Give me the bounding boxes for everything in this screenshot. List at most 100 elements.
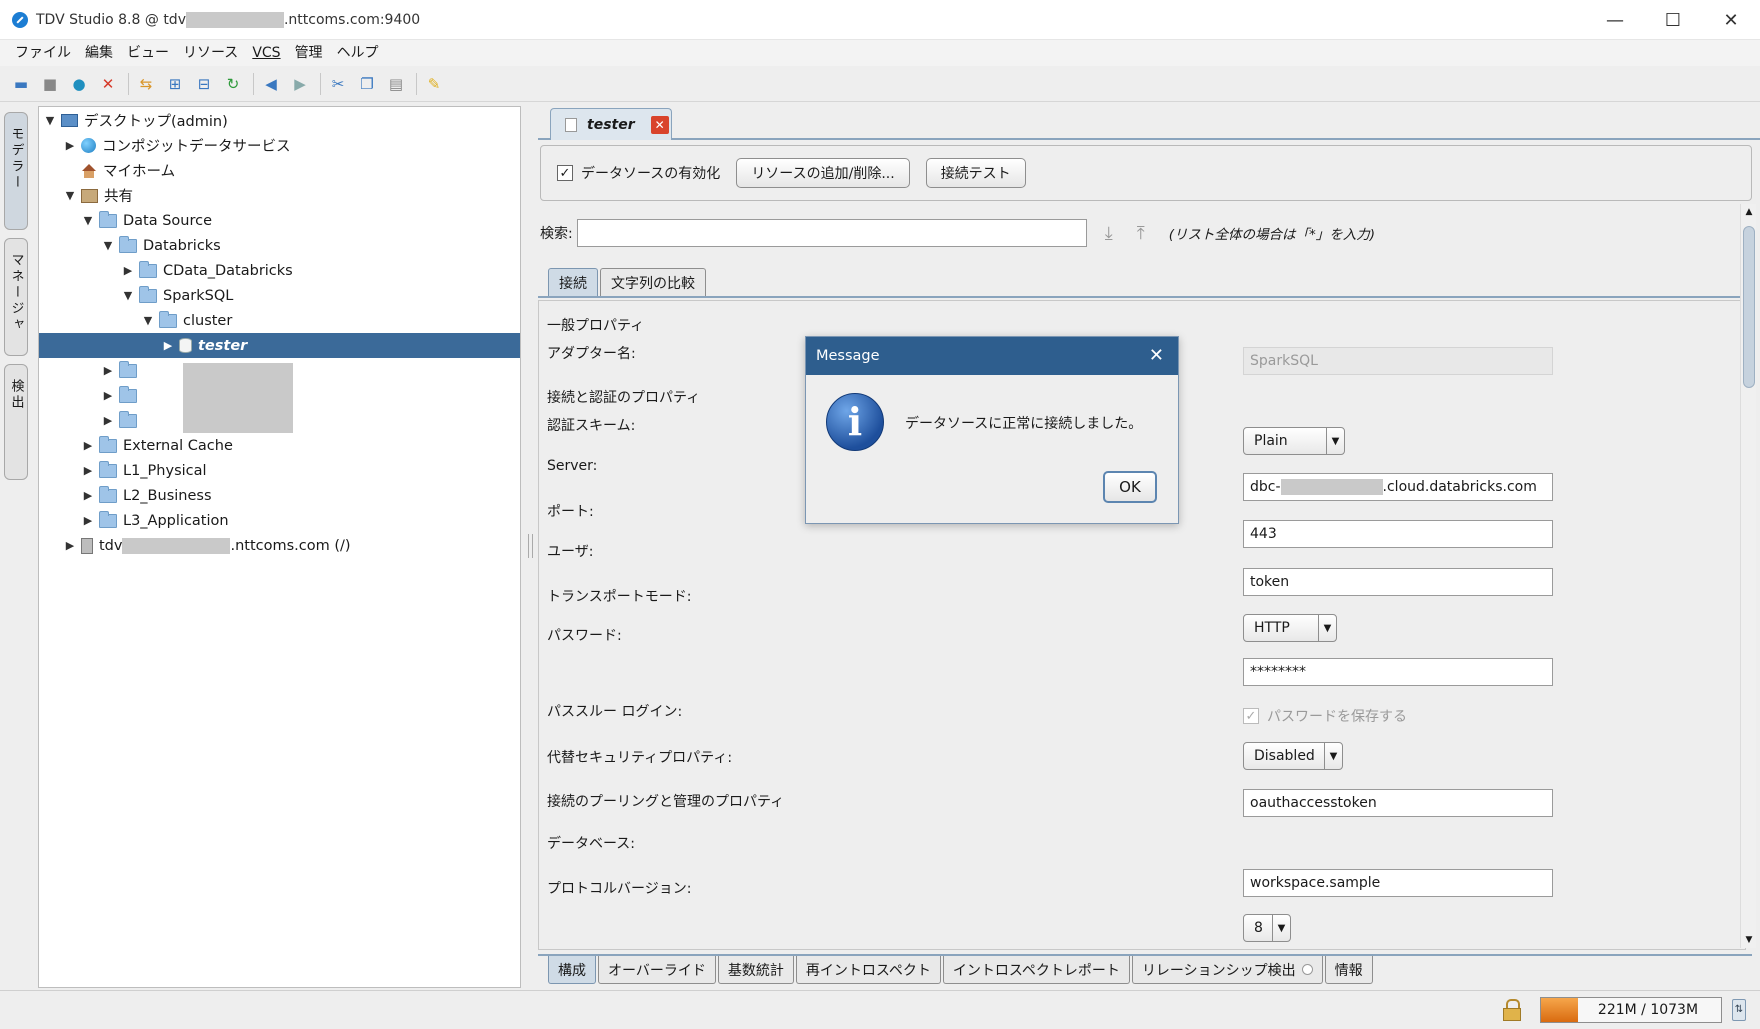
menu-view[interactable]: ビュー xyxy=(120,40,176,66)
sort-down-icon[interactable]: ⤓ xyxy=(1099,223,1119,244)
server-field[interactable]: dbc- .cloud.databricks.com xyxy=(1243,473,1553,501)
tab-introspect-report[interactable]: イントロスペクトレポート xyxy=(942,956,1130,984)
menu-vcs[interactable]: VCS xyxy=(245,40,287,66)
menu-resource[interactable]: リソース xyxy=(176,40,245,66)
expanded-arrow-icon[interactable]: ▼ xyxy=(81,214,95,227)
expanded-arrow-icon[interactable]: ▼ xyxy=(121,289,135,302)
collapsed-arrow-icon[interactable]: ▶ xyxy=(81,464,95,477)
collapsed-arrow-icon[interactable]: ▶ xyxy=(101,389,115,402)
sort-up-icon[interactable]: ⤒ xyxy=(1131,223,1151,244)
passthrough-login-select[interactable]: Disabled ▼ xyxy=(1243,742,1343,770)
menu-admin[interactable]: 管理 xyxy=(288,40,330,66)
collapsed-arrow-icon[interactable]: ▶ xyxy=(81,439,95,452)
collapsed-arrow-icon[interactable]: ▶ xyxy=(101,364,115,377)
tree-item-external-cache[interactable]: ▶ External Cache xyxy=(39,433,520,458)
expanded-arrow-icon[interactable]: ▼ xyxy=(141,314,155,327)
collapse-icon[interactable]: ⊟ xyxy=(193,73,215,95)
properties-scrollbar[interactable]: ▲ ▼ xyxy=(1740,204,1756,948)
auth-scheme-select[interactable]: Plain ▼ xyxy=(1243,427,1345,455)
tab-relationship-discovery[interactable]: リレーションシップ検出 xyxy=(1131,956,1323,984)
back-icon[interactable]: ◀ xyxy=(260,73,282,95)
tab-string-compare[interactable]: 文字列の比較 xyxy=(600,268,706,296)
tree-item-databricks[interactable]: ▼ Databricks xyxy=(39,233,520,258)
collapsed-arrow-icon[interactable]: ▶ xyxy=(63,139,77,152)
forward-icon[interactable]: ▶ xyxy=(289,73,311,95)
menu-edit[interactable]: 編集 xyxy=(78,40,120,66)
redacted-area xyxy=(183,363,293,433)
tree-item-l1-physical[interactable]: ▶ L1_Physical xyxy=(39,458,520,483)
copy-icon[interactable]: ❐ xyxy=(356,73,378,95)
paste-icon[interactable]: ▤ xyxy=(385,73,407,95)
tree-item-desktop[interactable]: ▼ デスクトップ(admin) xyxy=(39,108,520,133)
garbage-collect-icon[interactable]: ⇅ xyxy=(1732,999,1746,1021)
tab-override[interactable]: オーバーライド xyxy=(598,956,716,984)
editor-tab-tester[interactable]: tester ✕ xyxy=(550,108,672,140)
transport-mode-select[interactable]: HTTP ▼ xyxy=(1243,614,1337,642)
note-icon[interactable]: ✎ xyxy=(423,73,445,95)
panel-splitter[interactable] xyxy=(528,534,533,558)
tab-connection[interactable]: 接続 xyxy=(548,268,598,296)
maximize-button[interactable]: ☐ xyxy=(1644,0,1702,40)
delete-icon[interactable]: ✕ xyxy=(97,73,119,95)
adapter-name-label: アダプター名: xyxy=(547,346,636,362)
expanded-arrow-icon[interactable]: ▼ xyxy=(43,114,57,127)
protocol-version-select[interactable]: 8 ▼ xyxy=(1243,914,1291,942)
tab-cardinality-stats[interactable]: 基数統計 xyxy=(717,956,794,984)
collapsed-arrow-icon[interactable]: ▶ xyxy=(63,539,77,552)
tab-reintrospect[interactable]: 再イントロスペクト xyxy=(795,956,941,984)
save-icon[interactable]: ■ xyxy=(39,73,61,95)
close-icon[interactable]: ✕ xyxy=(1149,345,1164,366)
password-field[interactable]: ******** xyxy=(1243,658,1553,686)
side-tab-discovery[interactable]: 検出 xyxy=(4,364,28,480)
side-tab-manager[interactable]: マネージャ xyxy=(4,238,28,356)
collapsed-arrow-icon[interactable]: ▶ xyxy=(121,264,135,277)
open-folder-icon[interactable]: ▬ xyxy=(10,73,32,95)
expand-icon[interactable]: ⊞ xyxy=(164,73,186,95)
test-connection-button[interactable]: 接続テスト xyxy=(925,158,1026,188)
add-remove-resources-button[interactable]: リソースの追加/削除... xyxy=(736,158,910,188)
publish-icon[interactable]: ● xyxy=(68,73,90,95)
ok-button[interactable]: OK xyxy=(1103,471,1157,503)
tree-item-cluster[interactable]: ▼ cluster xyxy=(39,308,520,333)
alt-security-field[interactable]: oauthaccesstoken xyxy=(1243,789,1553,817)
minimize-button[interactable]: — xyxy=(1586,0,1644,40)
database-field[interactable]: workspace.sample xyxy=(1243,869,1553,897)
scroll-down-icon[interactable]: ▼ xyxy=(1741,932,1757,948)
tab-configuration[interactable]: 構成 xyxy=(548,956,596,984)
tree-item-composite[interactable]: ▶ コンポジットデータサービス xyxy=(39,133,520,158)
menu-help[interactable]: ヘルプ xyxy=(330,40,386,66)
tree-item-l3-application[interactable]: ▶ L3_Application xyxy=(39,508,520,533)
enable-datasource-checkbox[interactable]: ✓ xyxy=(557,165,573,181)
side-tab-modeler[interactable]: モデラー xyxy=(4,112,28,230)
user-field[interactable]: token xyxy=(1243,568,1553,596)
tree-item-tester[interactable]: ▶ tester xyxy=(39,333,520,358)
expanded-arrow-icon[interactable]: ▼ xyxy=(63,189,77,202)
collapsed-arrow-icon[interactable]: ▶ xyxy=(81,489,95,502)
collapsed-arrow-icon[interactable]: ▶ xyxy=(81,514,95,527)
password-label: パスワード: xyxy=(547,628,622,644)
collapsed-arrow-icon[interactable]: ▶ xyxy=(161,339,175,352)
tree-item-l2-business[interactable]: ▶ L2_Business xyxy=(39,483,520,508)
scroll-up-icon[interactable]: ▲ xyxy=(1741,204,1757,220)
tree-item-myhome[interactable]: マイホーム xyxy=(39,158,520,183)
folder-icon xyxy=(119,360,137,378)
tree-item-shared[interactable]: ▼ 共有 xyxy=(39,183,520,208)
port-field[interactable]: 443 xyxy=(1243,520,1553,548)
refresh-icon[interactable]: ⇆ xyxy=(135,73,157,95)
close-tab-icon[interactable]: ✕ xyxy=(650,115,669,134)
cut-icon[interactable]: ✂ xyxy=(327,73,349,95)
passthrough-login-label: パススルー ログイン: xyxy=(547,704,683,720)
close-window-button[interactable]: ✕ xyxy=(1702,0,1760,40)
collapsed-arrow-icon[interactable]: ▶ xyxy=(101,414,115,427)
tree-item-sparksql[interactable]: ▼ SparkSQL xyxy=(39,283,520,308)
menu-file[interactable]: ファイル xyxy=(8,40,78,66)
scroll-thumb[interactable] xyxy=(1743,226,1755,388)
tab-info[interactable]: 情報 xyxy=(1324,956,1373,984)
tree-item-datasource[interactable]: ▼ Data Source xyxy=(39,208,520,233)
expanded-arrow-icon[interactable]: ▼ xyxy=(101,239,115,252)
search-input[interactable] xyxy=(576,219,1087,247)
sync-icon[interactable]: ↻ xyxy=(222,73,244,95)
enable-datasource-label: データソースの有効化 xyxy=(581,166,721,182)
tree-item-cdata[interactable]: ▶ CData_Databricks xyxy=(39,258,520,283)
tree-item-server[interactable]: ▶ tdv .nttcoms.com (/) xyxy=(39,533,520,558)
